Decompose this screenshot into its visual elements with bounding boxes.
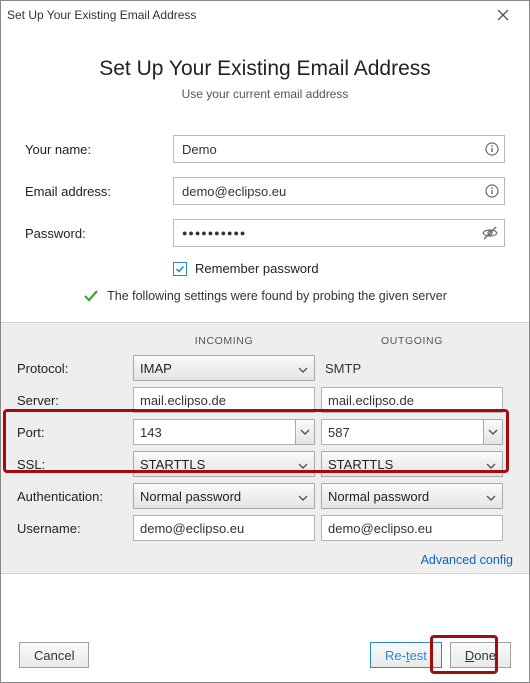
protocol-label: Protocol: [17, 361, 127, 376]
done-button[interactable]: Done [450, 642, 511, 668]
remember-password-checkbox[interactable] [173, 262, 187, 276]
outgoing-auth-select[interactable]: Normal password [321, 483, 503, 509]
outgoing-ssl-value: STARTTLS [328, 457, 393, 472]
incoming-ssl-value: STARTTLS [140, 457, 205, 472]
port-label: Port: [17, 425, 127, 440]
chevron-down-icon [298, 361, 308, 376]
incoming-port-input[interactable] [133, 419, 295, 445]
incoming-ssl-select[interactable]: STARTTLS [133, 451, 315, 477]
outgoing-auth-value: Normal password [328, 489, 429, 504]
your-name-label: Your name: [25, 142, 173, 157]
incoming-username-input[interactable] [133, 515, 315, 541]
email-label: Email address: [25, 184, 173, 199]
window-title: Set Up Your Existing Email Address [7, 8, 483, 22]
outgoing-ssl-select[interactable]: STARTTLS [321, 451, 503, 477]
checkmark-icon [83, 288, 99, 304]
chevron-down-icon [486, 489, 496, 504]
outgoing-username-input[interactable] [321, 515, 503, 541]
password-label: Password: [25, 226, 173, 241]
chevron-down-icon [486, 457, 496, 472]
retest-button[interactable]: Re-test [370, 642, 442, 668]
incoming-protocol-value: IMAP [140, 361, 172, 376]
chevron-down-icon [298, 457, 308, 472]
email-input[interactable] [173, 177, 505, 205]
status-message: The following settings were found by pro… [25, 288, 505, 304]
page-title: Set Up Your Existing Email Address [19, 57, 511, 81]
remember-password-label: Remember password [195, 261, 319, 276]
info-icon[interactable] [485, 142, 499, 156]
outgoing-header: OUTGOING [321, 335, 503, 347]
titlebar: Set Up Your Existing Email Address [1, 1, 529, 29]
incoming-auth-value: Normal password [140, 489, 241, 504]
incoming-header: INCOMING [133, 335, 315, 347]
chevron-down-icon [298, 489, 308, 504]
eye-off-icon[interactable] [481, 226, 499, 240]
ssl-label: SSL: [17, 457, 127, 472]
password-input[interactable] [173, 219, 505, 247]
your-name-input[interactable] [173, 135, 505, 163]
username-label: Username: [17, 521, 127, 536]
status-text: The following settings were found by pro… [107, 289, 447, 303]
incoming-server-input[interactable] [133, 387, 315, 413]
auth-label: Authentication: [17, 489, 127, 504]
server-label: Server: [17, 393, 127, 408]
close-icon[interactable] [483, 9, 523, 21]
incoming-protocol-select[interactable]: IMAP [133, 355, 315, 381]
incoming-auth-select[interactable]: Normal password [133, 483, 315, 509]
advanced-config-link[interactable]: Advanced config [421, 553, 513, 567]
outgoing-port-input[interactable] [321, 419, 483, 445]
outgoing-protocol: SMTP [321, 361, 503, 376]
cancel-button[interactable]: Cancel [19, 642, 89, 668]
outgoing-port-dropdown-button[interactable] [483, 419, 503, 445]
info-icon[interactable] [485, 184, 499, 198]
outgoing-server-input[interactable] [321, 387, 503, 413]
server-settings-panel: INCOMING OUTGOING Protocol: IMAP SMTP Se… [1, 322, 529, 574]
incoming-port-dropdown-button[interactable] [295, 419, 315, 445]
page-subtitle: Use your current email address [19, 87, 511, 101]
